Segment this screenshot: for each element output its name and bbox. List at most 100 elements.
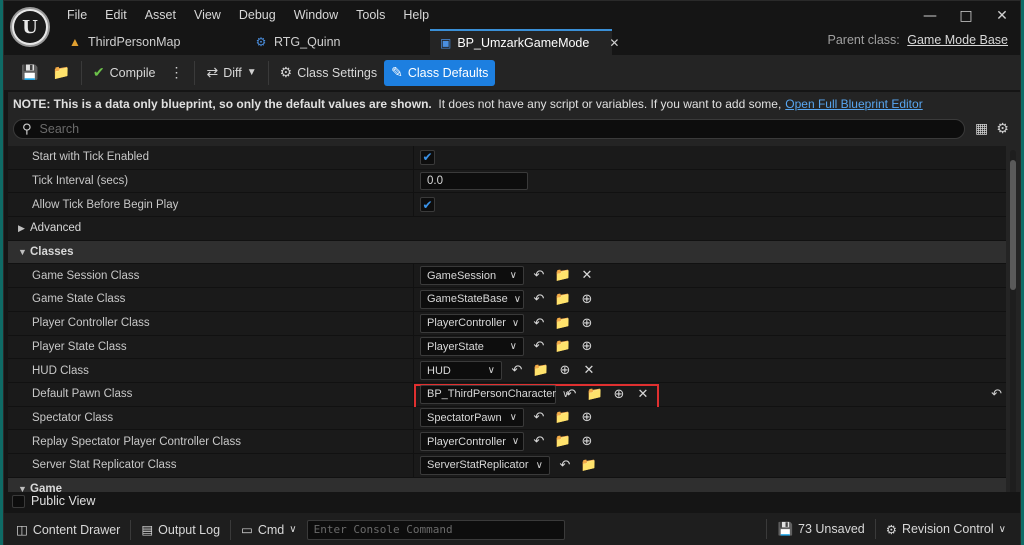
add-new-icon[interactable]: ⊕ xyxy=(578,314,596,332)
status-right: 💾 73 Unsaved ⚙ Revision Control ∨ xyxy=(762,516,1012,542)
row-default-pawn-class: Default Pawn Class BP_ThirdPersonCharact… xyxy=(8,382,1006,409)
tick-enabled-checkbox[interactable]: ✔ xyxy=(420,149,435,165)
browse-asset-icon[interactable]: 📁 xyxy=(554,409,572,427)
tab-rtg-quinn[interactable]: ⚙ RTG_Quinn xyxy=(244,29,430,55)
tick-before-play-checkbox[interactable]: ✔ xyxy=(420,197,435,213)
search-tools: ▦ ⚙ xyxy=(975,121,1009,137)
minimize-icon[interactable]: — xyxy=(912,1,948,31)
save-button[interactable]: 💾 xyxy=(14,60,45,86)
add-new-icon[interactable]: ⊕ xyxy=(578,338,596,356)
player-state-combo[interactable]: PlayerState ∨ xyxy=(420,337,524,357)
use-selected-icon[interactable]: ↶ xyxy=(530,338,548,356)
use-selected-icon[interactable]: ↶ xyxy=(530,409,548,427)
menu-asset[interactable]: Asset xyxy=(136,5,185,25)
settings-gear-icon[interactable]: ⚙ xyxy=(996,121,1009,137)
diff-button[interactable]: ⇄ Diff ▼ xyxy=(199,60,263,86)
use-selected-icon[interactable]: ↶ xyxy=(508,362,526,380)
blueprint-icon: ▣ xyxy=(440,36,452,50)
browse-button[interactable]: 📁 xyxy=(45,60,76,86)
open-full-editor-link[interactable]: Open Full Blueprint Editor xyxy=(785,97,922,111)
menu-help[interactable]: Help xyxy=(394,5,438,25)
close-icon[interactable]: ✕ xyxy=(984,1,1020,31)
reset-to-default-icon[interactable]: ↶ xyxy=(991,387,1002,402)
clear-icon[interactable]: ✕ xyxy=(580,362,598,380)
browse-asset-icon[interactable]: 📁 xyxy=(532,362,550,380)
category-classes[interactable]: ▼ Classes xyxy=(8,240,1006,265)
use-selected-icon[interactable]: ↶ xyxy=(556,456,574,474)
row-player-state-class: Player State Class PlayerState ∨ ↶ 📁 ⊕ xyxy=(8,335,1006,360)
game-session-combo[interactable]: GameSession ∨ xyxy=(420,266,524,286)
tick-interval-field[interactable]: 0.0 xyxy=(420,172,528,191)
tab-thirdpersonmap[interactable]: ▲ ThirdPersonMap xyxy=(58,29,244,55)
row-advanced[interactable]: ▶ Advanced xyxy=(8,217,1006,241)
default-pawn-combo[interactable]: BP_ThirdPersonCharacter ∨ xyxy=(420,384,569,404)
unsaved-button[interactable]: 💾 73 Unsaved xyxy=(771,516,870,542)
add-new-icon[interactable]: ⊕ xyxy=(578,290,596,308)
use-selected-icon[interactable]: ↶ xyxy=(530,433,548,451)
server-stat-combo[interactable]: ServerStatReplicator ∨ xyxy=(420,455,550,475)
document-tabs: ▲ ThirdPersonMap ⚙ RTG_Quinn ▣ BP_Umzark… xyxy=(58,29,619,55)
details-scrollbar[interactable] xyxy=(1010,150,1016,504)
table-view-icon[interactable]: ▦ xyxy=(975,121,988,137)
content-drawer-button[interactable]: ◫ Content Drawer xyxy=(10,517,126,543)
tab-close-icon[interactable]: ✕ xyxy=(609,36,619,50)
console-input[interactable] xyxy=(313,523,554,536)
cmd-dropdown[interactable]: ▭ Cmd ∨ xyxy=(235,517,303,543)
menu-edit[interactable]: Edit xyxy=(96,5,136,25)
search-box: ⚲ xyxy=(13,119,965,139)
browse-asset-icon[interactable]: 📁 xyxy=(554,338,572,356)
chevron-down-icon: ∨ xyxy=(487,365,495,377)
scrollbar-thumb[interactable] xyxy=(1010,160,1016,290)
replay-spectator-combo[interactable]: PlayerController ∨ xyxy=(420,432,524,452)
menu-file[interactable]: File xyxy=(58,5,96,25)
unreal-logo[interactable]: U xyxy=(10,7,50,47)
row-game-state-class: Game State Class GameStateBase ∨ ↶ 📁 ⊕ xyxy=(8,288,1006,312)
spectator-combo[interactable]: SpectatorPawn ∨ xyxy=(420,408,524,428)
add-new-icon[interactable]: ⊕ xyxy=(610,385,628,403)
menu-view[interactable]: View xyxy=(185,5,230,25)
browse-asset-icon[interactable]: 📁 xyxy=(586,385,604,403)
class-defaults-button[interactable]: ✎ Class Defaults xyxy=(384,59,496,86)
row-tick-interval: Tick Interval (secs) 0.0 xyxy=(8,169,1006,194)
row-allow-tick-before-begin-play: Allow Tick Before Begin Play ✔ xyxy=(8,193,1006,218)
browse-asset-icon[interactable]: 📁 xyxy=(554,290,572,308)
menu-tools[interactable]: Tools xyxy=(347,5,394,25)
chevron-down-icon: ∨ xyxy=(509,270,517,282)
clear-icon[interactable]: ✕ xyxy=(578,267,596,285)
menu-window[interactable]: Window xyxy=(285,5,347,25)
maximize-icon[interactable]: □ xyxy=(948,1,984,31)
browse-asset-icon[interactable]: 📁 xyxy=(554,433,572,451)
tab-bp-umzarkgamemode[interactable]: ▣ BP_UmzarkGameMode ✕ xyxy=(430,29,619,55)
game-state-combo[interactable]: GameStateBase ∨ xyxy=(420,289,524,309)
menu-debug[interactable]: Debug xyxy=(230,5,285,25)
retargeter-icon: ⚙ xyxy=(255,35,267,49)
search-input[interactable] xyxy=(39,122,920,136)
parent-class-link[interactable]: Game Mode Base xyxy=(907,33,1008,47)
hud-combo[interactable]: HUD ∨ xyxy=(420,361,502,381)
public-view-toggle[interactable]: Public View xyxy=(8,492,1020,510)
class-settings-button[interactable]: ⚙ Class Settings xyxy=(273,60,384,86)
clear-icon[interactable]: ✕ xyxy=(634,385,652,403)
use-selected-icon[interactable]: ↶ xyxy=(530,290,548,308)
player-controller-combo[interactable]: PlayerController ∨ xyxy=(420,313,524,333)
use-selected-icon[interactable]: ↶ xyxy=(530,314,548,332)
public-view-checkbox[interactable] xyxy=(12,494,25,508)
browse-asset-icon[interactable]: 📁 xyxy=(554,267,572,285)
use-selected-icon[interactable]: ↶ xyxy=(530,267,548,285)
compile-options-button[interactable]: ⋮ xyxy=(162,60,190,86)
row-hud-class: HUD Class HUD ∨ ↶ 📁 ⊕ ✕ xyxy=(8,359,1006,383)
output-log-button[interactable]: ▤ Output Log xyxy=(135,517,226,543)
console-box xyxy=(306,519,565,540)
row-server-stat-replicator-class: Server Stat Replicator Class ServerStatR… xyxy=(8,453,1006,478)
compile-button[interactable]: ✔ Compile xyxy=(86,60,163,86)
add-new-icon[interactable]: ⊕ xyxy=(556,362,574,380)
revision-control-button[interactable]: ⚙ Revision Control ∨ xyxy=(880,516,1012,542)
browse-folder-icon: 📁 xyxy=(52,64,70,80)
row-game-session-class: Game Session Class GameSession ∨ ↶ 📁 ✕ xyxy=(8,264,1006,289)
add-new-icon[interactable]: ⊕ xyxy=(578,409,596,427)
browse-asset-icon[interactable]: 📁 xyxy=(554,314,572,332)
use-selected-icon[interactable]: ↶ xyxy=(562,385,580,403)
add-new-icon[interactable]: ⊕ xyxy=(578,433,596,451)
browse-asset-icon[interactable]: 📁 xyxy=(580,456,598,474)
details-panel: NOTE: This is a data only blueprint, so … xyxy=(8,92,1020,510)
